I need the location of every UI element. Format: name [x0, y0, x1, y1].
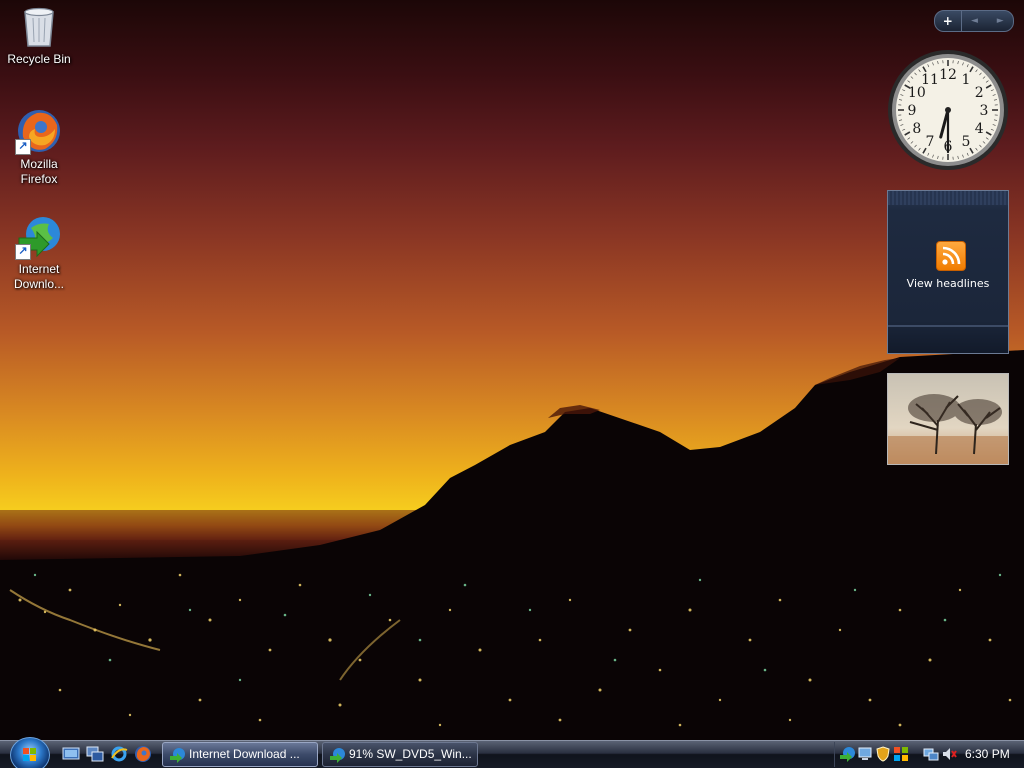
rss-feed-icon [936, 241, 966, 271]
security-shield-icon[interactable] [875, 746, 891, 762]
volume-muted-icon[interactable] [941, 746, 957, 762]
notification-area: 6:30 PM [834, 742, 1024, 767]
internet-explorer-icon[interactable] [110, 745, 128, 763]
internet-download-manager-icon [330, 748, 345, 763]
idm-tray-icon[interactable] [839, 746, 855, 762]
clock-numeral: 2 [975, 85, 984, 101]
clock-numeral: 8 [912, 121, 921, 137]
network-monitor-icon[interactable] [857, 746, 873, 762]
network-connection-icon[interactable] [923, 746, 939, 762]
slideshow-gadget[interactable] [887, 373, 1009, 465]
desktop-icon-internet-download-manager[interactable]: ↗ Internet Downlo... [1, 212, 77, 292]
clock-numeral: 4 [975, 121, 984, 137]
add-gadget-button[interactable]: + [935, 11, 962, 31]
clock-numeral: 3 [980, 103, 989, 119]
taskbar-button-internet-download[interactable]: Internet Download ... [162, 742, 318, 767]
desktop-icon-label: Recycle Bin [7, 52, 71, 66]
system-clock[interactable]: 6:30 PM [965, 742, 1010, 766]
gadget-footer-line [888, 325, 1008, 327]
clock-numeral: 5 [962, 134, 971, 150]
shortcut-arrow-icon: ↗ [15, 244, 31, 260]
slideshow-tree-image [888, 394, 1008, 464]
quick-launch-bar [62, 745, 152, 763]
feed-headlines-gadget[interactable]: View headlines [887, 190, 1009, 354]
sidebar-controls: + ◄ ► [934, 10, 1014, 32]
firefox-icon: ↗ [15, 107, 63, 155]
taskbar-button-download-progress[interactable]: 91% SW_DVD5_Win... [322, 742, 478, 767]
view-headlines-link[interactable]: View headlines [888, 277, 1008, 290]
clock-numeral: 7 [926, 134, 935, 150]
desktop-icon-label: Mozilla Firefox [20, 157, 58, 186]
taskbar-button-label: Internet Download ... [189, 747, 300, 761]
clock-numeral: 1 [962, 72, 971, 88]
clock-numeral: 9 [908, 103, 917, 119]
shortcut-arrow-icon: ↗ [15, 139, 31, 155]
internet-download-manager-icon: ↗ [15, 212, 63, 260]
switch-windows-icon[interactable] [86, 745, 104, 763]
desktop-icon-label: Internet Downlo... [13, 262, 65, 291]
show-desktop-icon[interactable] [62, 745, 80, 763]
desktop-icon-mozilla-firefox[interactable]: ↗ Mozilla Firefox [1, 107, 77, 187]
firefox-icon[interactable] [134, 745, 152, 763]
desktop-icon-recycle-bin[interactable]: Recycle Bin [1, 2, 77, 67]
recycle-bin-icon [15, 2, 63, 50]
internet-download-manager-icon [170, 748, 185, 763]
gadget-header-stripe [888, 191, 1008, 205]
taskbar: Internet Download ... 91% SW_DVD5_Win...… [0, 737, 1024, 768]
clock-gadget[interactable]: 121234567891011 [886, 48, 1010, 172]
desktop-wallpaper [0, 0, 1024, 740]
clock-face: 121234567891011 [888, 50, 1008, 170]
clock-numeral: 12 [939, 67, 957, 83]
wallpaper-scene [0, 350, 1024, 740]
next-page-button[interactable]: ► [987, 11, 1013, 31]
start-button[interactable] [10, 737, 50, 768]
windows-update-icon[interactable] [893, 746, 909, 762]
windows-logo-icon [23, 748, 36, 761]
previous-page-button[interactable]: ◄ [962, 11, 988, 31]
taskbar-button-label: 91% SW_DVD5_Win... [349, 747, 472, 761]
clock-numeral: 11 [921, 72, 939, 88]
